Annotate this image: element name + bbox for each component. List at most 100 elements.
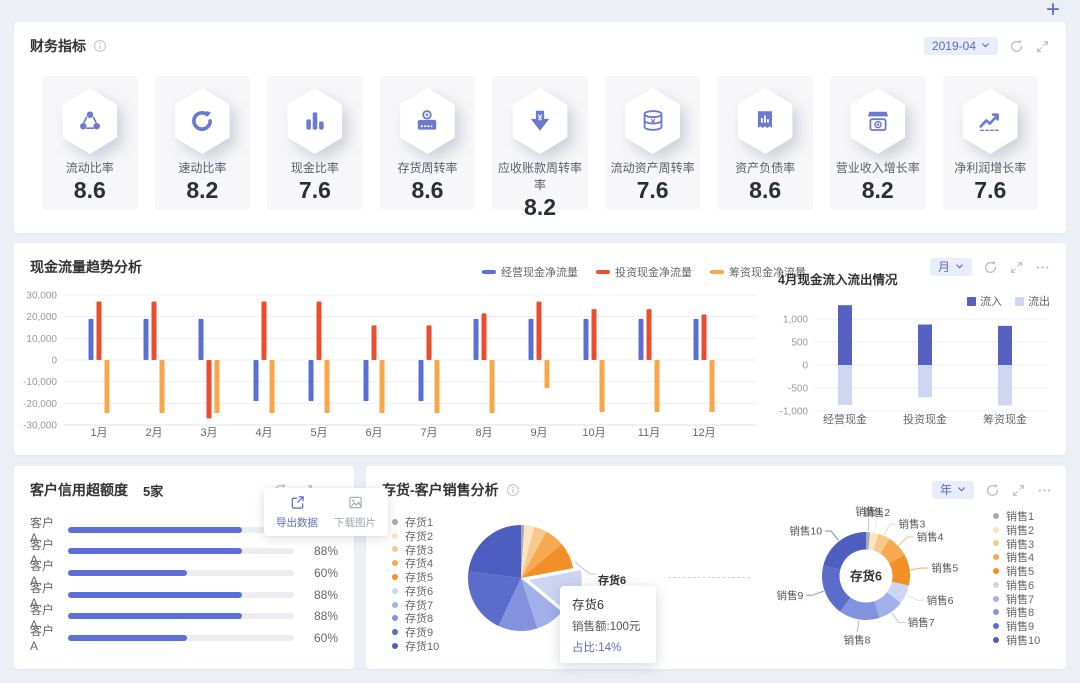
svg-text:销售7: 销售7 bbox=[908, 616, 935, 629]
store-icon bbox=[850, 88, 905, 154]
svg-text:0: 0 bbox=[51, 356, 57, 367]
section-title: 现金流量趋势分析 bbox=[30, 259, 142, 275]
credit-bar[interactable] bbox=[68, 569, 294, 576]
coins-icon: ¥ bbox=[625, 88, 680, 154]
bar-chart-icon bbox=[287, 88, 343, 154]
svg-text:销售9: 销售9 bbox=[777, 589, 804, 602]
svg-text:销售6: 销售6 bbox=[927, 594, 954, 607]
svg-text:9月: 9月 bbox=[530, 427, 547, 439]
svg-text:7月: 7月 bbox=[420, 427, 437, 439]
dashed-divider bbox=[668, 577, 750, 578]
svg-text:8月: 8月 bbox=[475, 427, 492, 439]
inout-chart-title: 4月现金流入流出情况 bbox=[778, 273, 898, 287]
credit-bar[interactable] bbox=[68, 526, 294, 533]
credit-row: 客户A88% bbox=[30, 579, 338, 610]
metric-label: 流动资产周转率 bbox=[610, 161, 695, 175]
metric-value: 7.6 bbox=[974, 177, 1007, 203]
metric-label: 净利润增长率 bbox=[954, 161, 1027, 175]
svg-text:3月: 3月 bbox=[200, 427, 217, 439]
trend-chart-legend: 经营现金净流量 投资现金净流量 筹资现金净流量 bbox=[482, 264, 806, 280]
metric-cards: 流动比率 8.6 速动比率 8.2 现金比率 7.6 存货周转率 8.6 ¥ 应收账款周转率率 8.… bbox=[14, 56, 1066, 220]
cash-register-icon bbox=[400, 88, 455, 154]
info-icon[interactable] bbox=[506, 483, 520, 497]
svg-text:销售2: 销售2 bbox=[863, 506, 890, 519]
svg-text:-1,000: -1,000 bbox=[780, 407, 809, 418]
tooltip-title: 存货6 bbox=[572, 598, 604, 612]
metric-label: 现金比率 bbox=[290, 161, 339, 175]
credit-bar[interactable] bbox=[68, 613, 294, 620]
metric-value: 7.6 bbox=[636, 177, 669, 203]
svg-text:1,000: 1,000 bbox=[783, 315, 808, 326]
metric-value: 8.6 bbox=[73, 177, 106, 203]
row-percent: 60% bbox=[313, 565, 338, 580]
credit-row: 客户A 60% bbox=[30, 622, 338, 653]
dashboard-page: + 财务指标 2019-04 流动比率 8.6 速动比率 8.2 现金比率 7.6 存货周转… bbox=[0, 0, 1080, 683]
chart-context-menu: 导出数据 下载图片 bbox=[264, 488, 388, 536]
add-widget-button[interactable]: + bbox=[1046, 0, 1060, 22]
credit-bar[interactable] bbox=[68, 548, 294, 555]
metric-label: 存货周转率 bbox=[397, 161, 458, 175]
svg-text:12月: 12月 bbox=[692, 427, 715, 439]
pie-legend: 存货1 存货2 存货3 存货4 存货5 存货6 存货7 存货8 存货9 存货10 bbox=[392, 515, 439, 653]
svg-text:-500: -500 bbox=[788, 384, 808, 395]
credit-bar[interactable] bbox=[68, 591, 294, 598]
row-percent: 88% bbox=[313, 587, 338, 602]
legend-item[interactable]: 经营现金净流量 bbox=[482, 264, 578, 280]
legend-item[interactable]: 投资现金净流量 bbox=[596, 264, 692, 280]
download-image-button[interactable]: 下载图片 bbox=[334, 495, 376, 530]
metric-value: 8.2 bbox=[861, 177, 894, 203]
tooltip-sales: 销售额:100元 bbox=[572, 621, 641, 633]
metric-card: 净利润增长率 7.6 bbox=[942, 76, 1039, 210]
tooltip-share: 占比:14% bbox=[572, 642, 622, 654]
export-data-button[interactable]: 导出数据 bbox=[276, 495, 318, 530]
cashflow-trend-chart[interactable]: 30,000 20,000 10,000 0 -10,000 -20,000 -30,000… bbox=[22, 283, 762, 443]
metric-label: 营业收入增长率 bbox=[835, 161, 920, 175]
svg-text:销售8: 销售8 bbox=[844, 633, 871, 646]
metric-card: 营业收入增长率 8.2 bbox=[829, 76, 926, 210]
refresh-icon[interactable] bbox=[1009, 39, 1024, 54]
credit-row: 客户A 60% bbox=[30, 557, 338, 588]
donut-legend: 销售1 销售2 销售3 销售4 销售5 销售6 销售7 销售8 销售9 销售10 bbox=[993, 509, 1040, 647]
metric-card: 速动比率 8.2 bbox=[154, 76, 251, 210]
svg-text:经营现金: 经营现金 bbox=[823, 412, 867, 426]
svg-text:5月: 5月 bbox=[310, 427, 327, 439]
yen-arrow-icon: ¥ bbox=[512, 88, 568, 154]
download-image-label: 下载图片 bbox=[334, 517, 376, 529]
expand-icon[interactable] bbox=[1011, 483, 1026, 498]
period-dropdown[interactable]: 2019-04 bbox=[923, 37, 998, 55]
credit-section: 客户信用超额度 5家 导出数据 下载图片 客户A88%客户A88%客户A60%客… bbox=[14, 466, 388, 669]
metric-card: 资产负债率 8.6 bbox=[717, 76, 813, 210]
section-title: 客户信用超额度 bbox=[30, 482, 128, 498]
svg-text:销售3: 销售3 bbox=[899, 518, 926, 531]
svg-text:-30,000: -30,000 bbox=[23, 421, 57, 432]
info-icon[interactable] bbox=[93, 39, 107, 53]
export-icon bbox=[290, 495, 305, 513]
credit-row: 客户A88% bbox=[30, 601, 338, 632]
svg-text:4月: 4月 bbox=[255, 427, 272, 439]
svg-text:销售4: 销售4 bbox=[917, 531, 944, 544]
svg-text:¥: ¥ bbox=[538, 113, 543, 122]
inout-chart-block: 4月现金流入流出情况 流入 流出 1,000 500 0 -500 -1,000 经营现金投… bbox=[770, 269, 1050, 449]
metric-label: 流动比率 bbox=[65, 161, 114, 175]
more-icon[interactable] bbox=[1037, 483, 1052, 498]
svg-text:0: 0 bbox=[802, 361, 808, 372]
row-percent: 88% bbox=[313, 544, 338, 559]
legend-item[interactable]: 销售10 bbox=[993, 633, 1040, 647]
svg-text:销售10: 销售10 bbox=[789, 525, 822, 538]
svg-text:¥: ¥ bbox=[650, 117, 655, 127]
metric-card: 现金比率 7.6 bbox=[267, 76, 363, 210]
inout-chart[interactable]: 1,000 500 0 -500 -1,000 经营现金 投资现金 筹资现金 bbox=[770, 305, 1050, 429]
legend-item[interactable]: 存货10 bbox=[392, 639, 439, 653]
svg-text:20,000: 20,000 bbox=[26, 312, 57, 323]
row-label: 客户A bbox=[30, 624, 55, 654]
credit-bar[interactable] bbox=[68, 634, 294, 641]
metric-value: 8.6 bbox=[411, 177, 444, 203]
metric-label: 资产负债率 bbox=[735, 161, 796, 175]
receipt-icon bbox=[737, 88, 793, 154]
svg-text:500: 500 bbox=[791, 338, 808, 349]
svg-text:10月: 10月 bbox=[582, 427, 605, 439]
expand-icon[interactable] bbox=[1035, 39, 1050, 54]
image-icon bbox=[348, 495, 363, 513]
sales-donut-chart[interactable]: 存货6销售1销售2销售3销售4销售5销售6销售7销售8销售9销售10 bbox=[754, 484, 992, 662]
metric-value: 8.6 bbox=[749, 177, 782, 203]
